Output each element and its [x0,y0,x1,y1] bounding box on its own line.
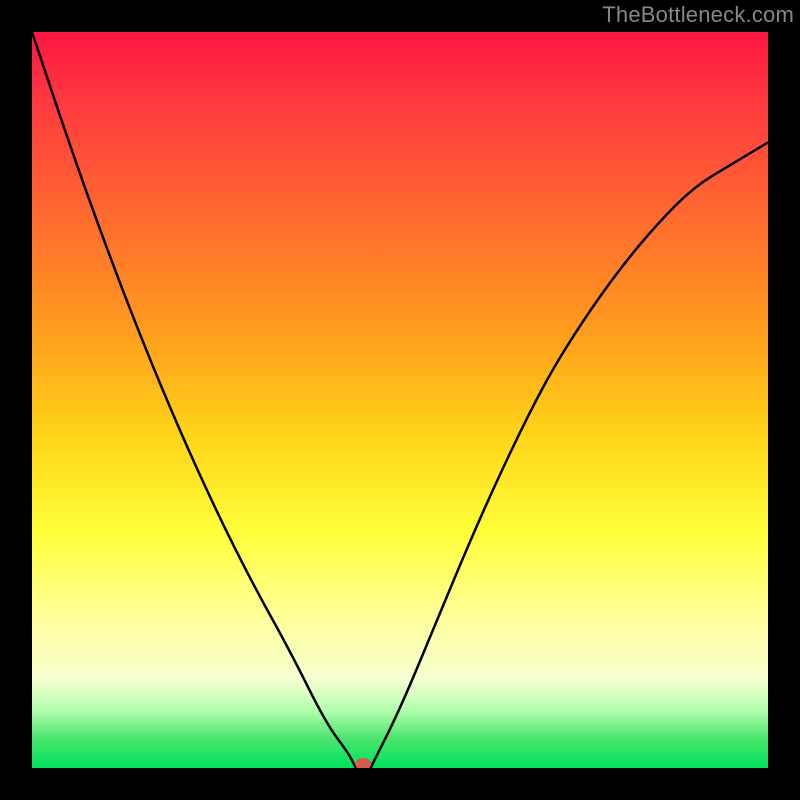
chart-frame: TheBottleneck.com [0,0,800,800]
plot-area [32,32,768,768]
curve-svg [32,32,768,768]
optimal-marker [355,758,371,768]
bottleneck-curve-left [32,32,356,768]
bottleneck-curve-right [371,142,768,768]
watermark-text: TheBottleneck.com [602,2,794,28]
